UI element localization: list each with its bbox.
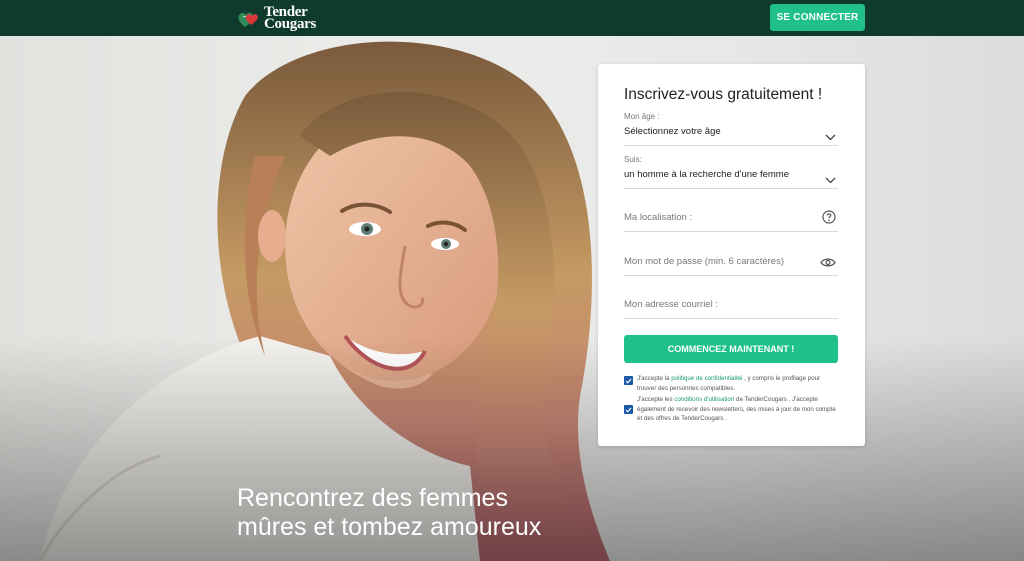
age-label: Mon âge : [624,112,660,121]
hero-section: Rencontrez des femmes mûres et tombez am… [0,36,1024,561]
chevron-down-icon [825,128,836,146]
password-placeholder: Mon mot de passe (min. 6 caractères) [624,256,784,267]
privacy-consent-text: J'accepte la politique de confidentialit… [637,374,840,393]
chevron-down-icon [825,171,836,189]
privacy-text-before: J'accepte la [637,375,672,382]
seeking-value: un homme à la recherche d'une femme [624,169,789,180]
privacy-policy-link[interactable]: politique de confidentialité [671,375,742,382]
terms-consent-text: J'accepte les conditions d'utilisation d… [637,395,840,424]
email-input[interactable]: Mon adresse courriel : [624,299,838,319]
location-placeholder: Ma localisation : [624,212,693,223]
age-select[interactable]: Mon âge : Sélectionnez votre âge [624,112,838,146]
headline-line-1: Rencontrez des femmes [237,484,508,512]
start-now-button[interactable]: COMMENCEZ MAINTENANT ! [624,335,838,363]
logo-wordmark: Tender Cougars [264,5,317,32]
password-input[interactable]: Mon mot de passe (min. 6 caractères) [624,256,838,276]
privacy-consent: J'accepte la politique de confidentialit… [624,374,840,393]
privacy-checkbox[interactable] [624,376,633,385]
seeking-label: Suis: [624,155,642,164]
top-navigation-bar: Tender Cougars SE CONNECTER [0,0,1024,36]
hearts-logo-icon [236,5,262,31]
age-value: Sélectionnez votre âge [624,126,721,137]
login-button[interactable]: SE CONNECTER [770,4,865,31]
logo-line-2: Cougars [264,16,317,32]
email-placeholder: Mon adresse courriel : [624,299,718,310]
terms-checkbox[interactable] [624,405,633,414]
eye-show-password-icon[interactable] [820,255,836,273]
seeking-select[interactable]: Suis: un homme à la recherche d'une femm… [624,155,838,189]
signup-title: Inscrivez-vous gratuitement ! [624,86,823,103]
terms-text-before: J'accepte les [637,396,675,403]
location-input[interactable]: Ma localisation : [624,210,838,232]
help-question-icon[interactable] [822,210,836,229]
signup-form-card: Inscrivez-vous gratuitement ! Mon âge : … [598,64,865,446]
terms-of-use-link[interactable]: conditions d'utilisation [674,396,734,403]
hero-headline: Rencontrez des femmes mûres et tombez am… [237,484,541,542]
terms-consent: J'accepte les conditions d'utilisation d… [624,395,840,424]
headline-line-2: mûres et tombez amoureux [237,513,542,541]
tendercougars-logo[interactable]: Tender Cougars [236,2,316,34]
